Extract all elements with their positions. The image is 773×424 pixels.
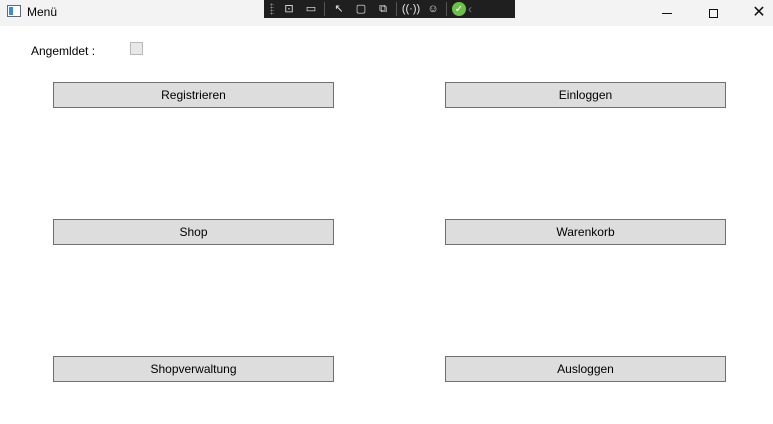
maximize-icon (708, 8, 718, 18)
window-title: Menü (27, 5, 58, 19)
toolbar-grip-icon[interactable] (270, 3, 274, 15)
toolbar-separator (396, 2, 397, 16)
bounds-icon[interactable]: ▢ (352, 2, 370, 16)
close-button[interactable]: ✕ (736, 0, 773, 26)
shop-button[interactable]: Shop (53, 219, 334, 245)
minimize-icon (662, 12, 672, 14)
xaml-debug-toolbar: ⊡ ▭ ↖ ▢ ⧉ ((·)) ☺ ✓ ‹ (264, 0, 515, 18)
toolbar-separator (324, 2, 325, 16)
cart-button[interactable]: Warenkorb (445, 219, 726, 245)
maximize-button[interactable] (690, 0, 736, 26)
logout-button[interactable]: Ausloggen (445, 356, 726, 382)
accessibility-icon[interactable]: ☺ (424, 2, 442, 16)
toolbar-separator (446, 2, 447, 16)
title-bar[interactable]: Menü ⊡ ▭ ↖ ▢ ⧉ ((·)) ☺ ✓ ‹ ✕ (0, 0, 773, 26)
pointer-icon[interactable]: ↖ (330, 2, 348, 16)
collapse-chevron-icon[interactable]: ‹ (468, 2, 472, 16)
status-ok-icon[interactable]: ✓ (452, 2, 466, 16)
hot-reload-icon[interactable]: ((·)) (402, 2, 420, 16)
logged-in-label: Angemldet : (31, 44, 96, 58)
minimize-button[interactable] (644, 0, 690, 26)
register-button[interactable]: Registrieren (53, 82, 334, 108)
logged-in-checkbox[interactable] (130, 42, 143, 55)
close-icon: ✕ (752, 4, 766, 21)
shop-admin-button[interactable]: Shopverwaltung (53, 356, 334, 382)
app-icon (7, 5, 21, 17)
select-element-icon[interactable]: ⊡ (280, 2, 298, 16)
login-button[interactable]: Einloggen (445, 82, 726, 108)
app-window: Menü ⊡ ▭ ↖ ▢ ⧉ ((·)) ☺ ✓ ‹ ✕ Angemldet :… (0, 0, 773, 424)
track-focus-icon[interactable]: ⧉ (374, 2, 392, 16)
video-icon[interactable]: ▭ (302, 2, 320, 16)
